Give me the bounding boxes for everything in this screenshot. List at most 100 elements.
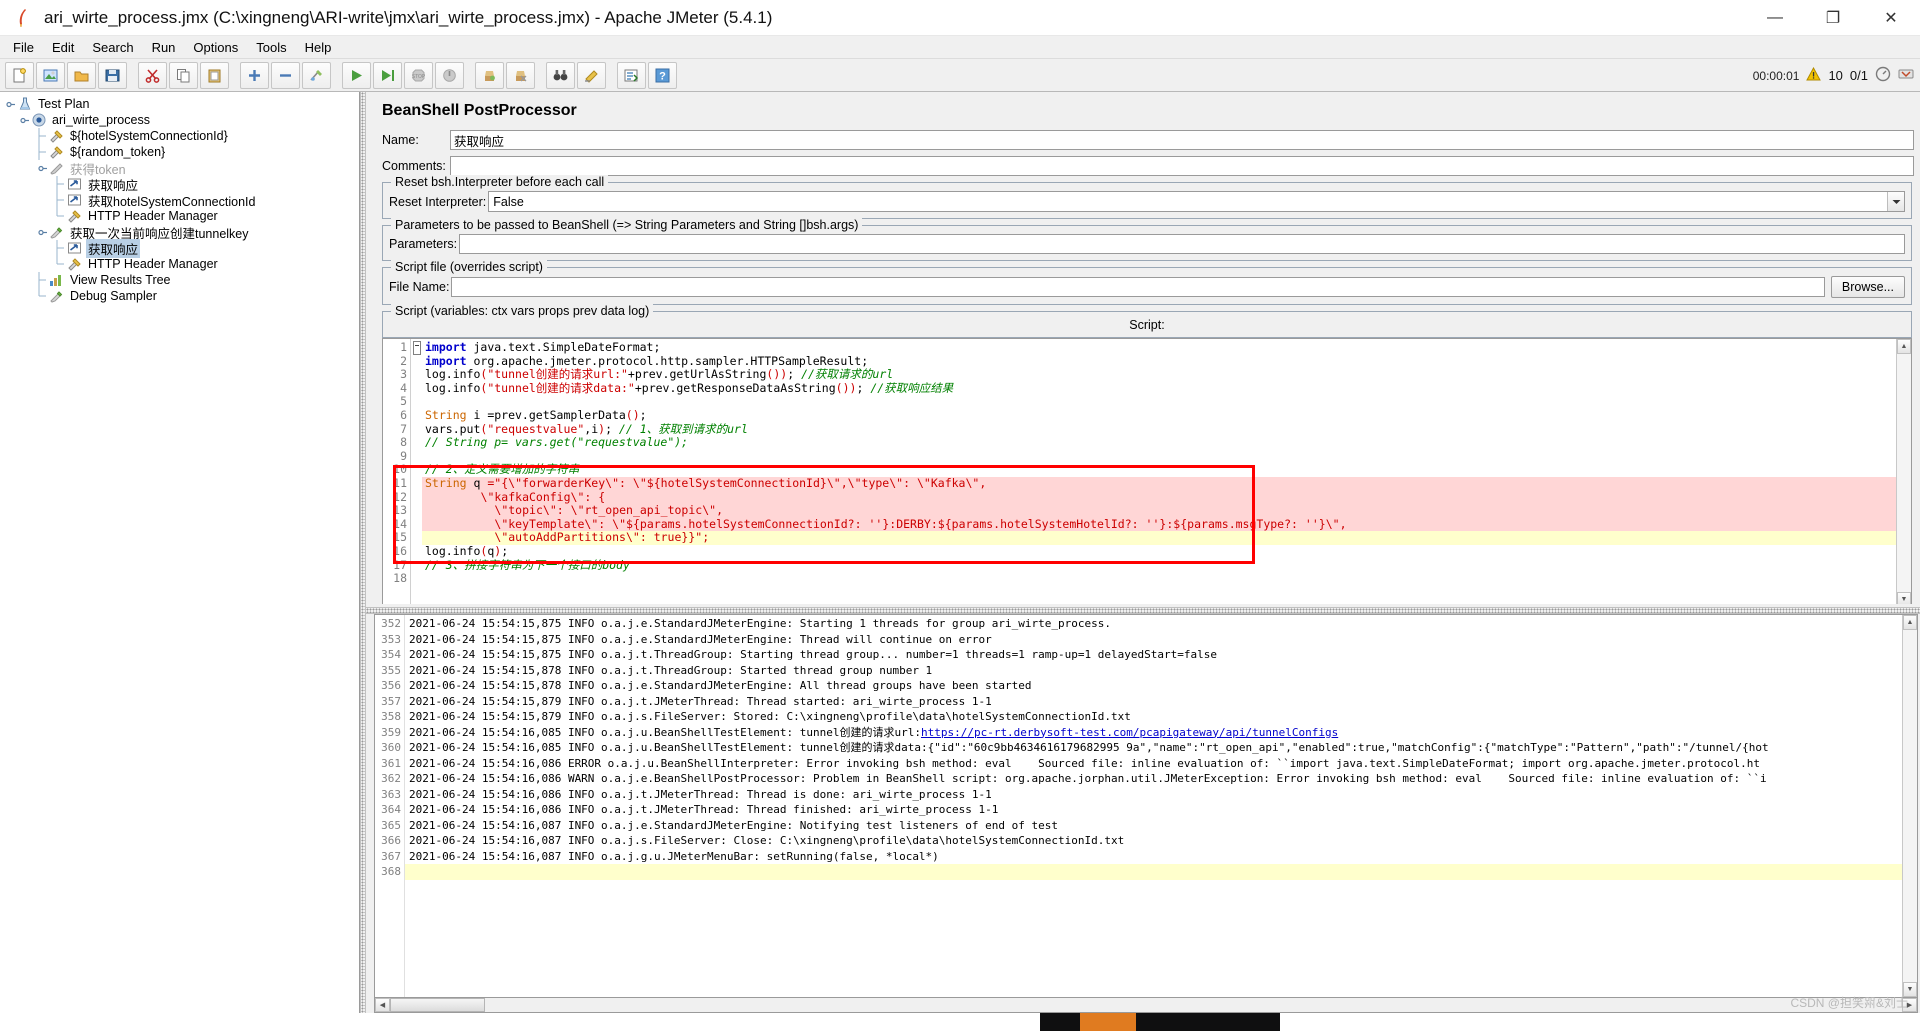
- log-line[interactable]: 2021-06-24 15:54:16,086 INFO o.a.j.t.JMe…: [405, 802, 1902, 818]
- code-line[interactable]: vars.put("requestvalue",i); // 1、获取到请求的u…: [422, 422, 1896, 437]
- log-line[interactable]: 2021-06-24 15:54:16,087 INFO o.a.j.g.u.J…: [405, 849, 1902, 865]
- scroll-track[interactable]: [1903, 630, 1917, 982]
- save-button[interactable]: [98, 61, 127, 89]
- log-url-link[interactable]: https://pc-rt.derbysoft-test.com/pcapiga…: [921, 726, 1338, 739]
- code-line[interactable]: \"autoAddPartitions\": true}}";: [422, 531, 1896, 545]
- start-no-pauses-button[interactable]: [373, 61, 402, 89]
- code-line[interactable]: // 2、定义需要增加的字符串: [422, 463, 1896, 477]
- open-button[interactable]: [67, 61, 96, 89]
- minimize-button[interactable]: —: [1746, 0, 1804, 36]
- tree-node-http-header-manager-2[interactable]: HTTP Header Manager: [0, 256, 359, 272]
- log-line[interactable]: 2021-06-24 15:54:16,087 INFO o.a.j.e.Sta…: [405, 818, 1902, 834]
- paste-button[interactable]: [200, 61, 229, 89]
- log-horizontal-scrollbar[interactable]: ◀ ▶: [374, 998, 1918, 1013]
- menu-run[interactable]: Run: [143, 38, 185, 57]
- log-line[interactable]: [405, 864, 1902, 880]
- log-line[interactable]: 2021-06-24 15:54:16,086 INFO o.a.j.t.JMe…: [405, 787, 1902, 803]
- script-code-text[interactable]: import java.text.SimpleDateFormat; import…: [422, 339, 1896, 604]
- close-button[interactable]: ✕: [1862, 0, 1920, 36]
- code-line[interactable]: import java.text.SimpleDateFormat;: [422, 340, 1896, 355]
- log-line[interactable]: 2021-06-24 15:54:15,875 INFO o.a.j.e.Sta…: [405, 616, 1902, 632]
- log-line[interactable]: 2021-06-24 15:54:16,085 INFO o.a.j.u.Bea…: [405, 740, 1902, 756]
- code-line[interactable]: \"keyTemplate\": \"${params.hotelSystemC…: [422, 517, 1896, 532]
- code-line[interactable]: log.info(q);: [422, 544, 1896, 559]
- tree-node-sampler-huodetoken[interactable]: 获得token: [0, 160, 359, 177]
- collapse-all-button[interactable]: [271, 61, 300, 89]
- test-plan-tree[interactable]: Test Plan ari_wirte_process ${hotelSyste…: [0, 92, 360, 1013]
- log-line[interactable]: 2021-06-24 15:54:15,875 INFO o.a.j.t.Thr…: [405, 647, 1902, 663]
- log-line[interactable]: 2021-06-24 15:54:15,875 INFO o.a.j.e.Sta…: [405, 632, 1902, 648]
- menu-tools[interactable]: Tools: [247, 38, 295, 57]
- tree-node-postprocessor-huoquxiangying-selected[interactable]: 获取响应: [0, 238, 359, 258]
- code-fold-column[interactable]: [411, 339, 422, 604]
- menu-file[interactable]: File: [4, 38, 43, 57]
- code-line[interactable]: \"topic\": \"rt_open_api_topic\",: [422, 503, 1896, 518]
- warning-triangle-icon[interactable]: [1806, 66, 1822, 84]
- tree-node-postprocessor-hotelsystemconnectionid[interactable]: 获取hotelSystemConnectionId: [0, 192, 359, 209]
- script-vertical-scrollbar[interactable]: ▲ ▼: [1896, 339, 1911, 604]
- help-button[interactable]: ?: [648, 61, 677, 89]
- code-line[interactable]: import org.apache.jmeter.protocol.http.s…: [422, 354, 1896, 369]
- log-line[interactable]: 2021-06-24 15:54:15,878 INFO o.a.j.e.Sta…: [405, 678, 1902, 694]
- tree-node-thread-group[interactable]: ari_wirte_process: [0, 112, 359, 128]
- log-line[interactable]: 2021-06-24 15:54:15,878 INFO o.a.j.t.Thr…: [405, 663, 1902, 679]
- reset-search-button[interactable]: [577, 61, 606, 89]
- code-line[interactable]: [422, 572, 1896, 586]
- menu-search[interactable]: Search: [83, 38, 142, 57]
- script-code-editor[interactable]: 1 2 3 4 5 6 7 8 9 10 11 12 13 14 15 16 17 18 import java.…: [382, 338, 1912, 604]
- clear-button[interactable]: [475, 61, 504, 89]
- code-fold-toggle[interactable]: [411, 341, 422, 355]
- code-line[interactable]: String i =prev.getSamplerData();: [422, 408, 1896, 423]
- scroll-left-arrow-icon[interactable]: ◀: [375, 998, 390, 1012]
- log-line[interactable]: 2021-06-24 15:54:16,087 INFO o.a.j.s.Fil…: [405, 833, 1902, 849]
- copy-button[interactable]: [169, 61, 198, 89]
- stop-button[interactable]: STOP: [404, 61, 433, 89]
- tree-node-config-hotelsystemconnectionid[interactable]: ${hotelSystemConnectionId}: [0, 128, 359, 144]
- function-helper-button[interactable]: [617, 61, 646, 89]
- code-line[interactable]: // 3、拼接字符串为下一个接口的body: [422, 558, 1896, 573]
- scroll-track[interactable]: [1897, 354, 1911, 592]
- code-line[interactable]: [422, 395, 1896, 409]
- log-viewer-panel[interactable]: 352 353 354 355 356 357 358 359 360 361 362 363 364 3…: [374, 614, 1918, 998]
- parameters-input[interactable]: [459, 234, 1905, 254]
- tree-node-debug-sampler[interactable]: Debug Sampler: [0, 288, 359, 304]
- start-button[interactable]: [342, 61, 371, 89]
- binoculars-search-icon[interactable]: [546, 61, 575, 89]
- code-line[interactable]: [422, 450, 1896, 464]
- log-text-area[interactable]: 2021-06-24 15:54:15,875 INFO o.a.j.e.Sta…: [405, 615, 1902, 997]
- expand-handle-icon[interactable]: [18, 112, 30, 128]
- browse-button[interactable]: Browse...: [1830, 276, 1905, 298]
- code-line[interactable]: log.info("tunnel创建的请求data:"+prev.getResp…: [422, 381, 1896, 396]
- tree-node-test-plan[interactable]: Test Plan: [0, 96, 359, 112]
- log-line[interactable]: 2021-06-24 15:54:16,085 INFO o.a.j.u.Bea…: [405, 725, 1902, 741]
- horizontal-splitter[interactable]: [366, 607, 1920, 614]
- expand-handle-icon[interactable]: [36, 224, 48, 240]
- menu-options[interactable]: Options: [184, 38, 247, 57]
- reset-interpreter-select[interactable]: False: [488, 191, 1905, 212]
- menu-edit[interactable]: Edit: [43, 38, 83, 57]
- scroll-thumb-horizontal[interactable]: [390, 998, 485, 1012]
- log-line[interactable]: 2021-06-24 15:54:15,879 INFO o.a.j.s.Fil…: [405, 709, 1902, 725]
- templates-button[interactable]: [36, 61, 65, 89]
- tree-node-config-random-token[interactable]: ${random_token}: [0, 144, 359, 160]
- expand-all-button[interactable]: [240, 61, 269, 89]
- scroll-up-arrow-icon[interactable]: ▲: [1897, 339, 1911, 354]
- log-line[interactable]: 2021-06-24 15:54:16,086 ERROR o.a.j.u.Be…: [405, 756, 1902, 772]
- expand-handle-icon[interactable]: [36, 160, 48, 176]
- maximize-button[interactable]: ❐: [1804, 0, 1862, 36]
- tree-node-sampler-tunnelkey[interactable]: 获取一次当前响应创建tunnelkey: [0, 224, 359, 241]
- log-line[interactable]: 2021-06-24 15:54:16,086 WARN o.a.j.e.Bea…: [405, 771, 1902, 787]
- toggle-button[interactable]: [302, 61, 331, 89]
- cut-scissors-icon[interactable]: [138, 61, 167, 89]
- chevron-down-icon[interactable]: [1887, 192, 1904, 211]
- scroll-down-arrow-icon[interactable]: ▼: [1897, 592, 1911, 604]
- log-line[interactable]: 2021-06-24 15:54:15,879 INFO o.a.j.t.JMe…: [405, 694, 1902, 710]
- expand-handle-icon[interactable]: [4, 96, 16, 112]
- code-line[interactable]: String q ="{\"forwarderKey\": \"${hotelS…: [422, 476, 1896, 491]
- scroll-up-arrow-icon[interactable]: ▲: [1903, 615, 1917, 630]
- shutdown-button[interactable]: [435, 61, 464, 89]
- code-line[interactable]: \"kafkaConfig\": {: [422, 490, 1896, 505]
- tree-node-view-results-tree[interactable]: View Results Tree: [0, 272, 359, 288]
- log-vertical-scrollbar[interactable]: ▲ ▼: [1902, 615, 1917, 997]
- new-button[interactable]: [5, 61, 34, 89]
